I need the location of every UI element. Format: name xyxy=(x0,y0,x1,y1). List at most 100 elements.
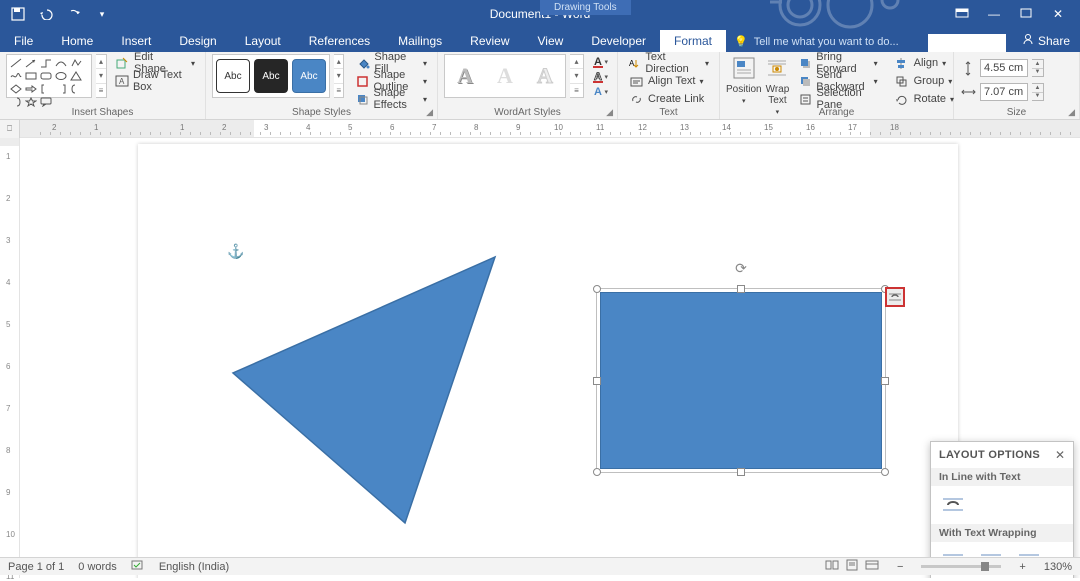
status-language[interactable]: English (India) xyxy=(159,561,229,573)
shapes-gallery-more[interactable]: ▴▾≡ xyxy=(96,54,107,98)
wordart-more[interactable]: ▴▾≡ xyxy=(570,54,584,98)
tab-format[interactable]: Format xyxy=(660,30,726,52)
height-input[interactable]: 4.55 cm xyxy=(980,59,1028,77)
tab-insert[interactable]: Insert xyxy=(107,30,165,52)
share-button[interactable]: Share xyxy=(1012,29,1080,52)
selection-pane-button[interactable]: Selection Pane xyxy=(795,90,881,108)
wordart-gallery[interactable]: A A A xyxy=(444,54,566,98)
shape-triangle-icon[interactable] xyxy=(68,69,83,82)
shape-lbracket-icon[interactable] xyxy=(38,82,53,95)
wrap-text-button[interactable]: Wrap Text▾ xyxy=(766,54,790,106)
wordart-swatch-3[interactable]: A xyxy=(528,59,562,93)
tab-references[interactable]: References xyxy=(295,30,384,52)
shape-style-gallery[interactable]: Abc Abc Abc xyxy=(212,54,330,98)
shape-line-icon[interactable] xyxy=(8,56,23,69)
zoom-slider[interactable] xyxy=(921,565,1001,568)
spellcheck-icon[interactable] xyxy=(131,559,145,574)
ruler-corner[interactable]: ⎕ xyxy=(0,120,20,138)
style-swatch-2[interactable]: Abc xyxy=(254,59,288,93)
width-input[interactable]: 7.07 cm xyxy=(980,83,1028,101)
close-icon[interactable]: ✕ xyxy=(1055,448,1065,462)
shape-connector-icon[interactable] xyxy=(38,56,53,69)
handle-s[interactable] xyxy=(737,468,745,476)
wordart-swatch-1[interactable]: A xyxy=(448,59,482,93)
shape-diamond-icon[interactable] xyxy=(8,82,23,95)
text-fill-icon[interactable]: A▾ xyxy=(592,54,608,69)
shape-rect-icon[interactable] xyxy=(23,69,38,82)
tab-mailings[interactable]: Mailings xyxy=(384,30,456,52)
shape-roundrect-icon[interactable] xyxy=(38,69,53,82)
handle-nw[interactable] xyxy=(593,285,601,293)
status-words[interactable]: 0 words xyxy=(78,561,117,573)
tab-design[interactable]: Design xyxy=(165,30,230,52)
tell-me-search[interactable]: 💡 Tell me what you want to do... xyxy=(726,31,907,52)
redo-icon[interactable] xyxy=(64,4,84,24)
zoom-in-button[interactable]: + xyxy=(1015,561,1029,573)
handle-n[interactable] xyxy=(737,285,745,293)
draw-textbox-button[interactable]: A Draw Text Box xyxy=(111,72,199,90)
tab-file[interactable]: File xyxy=(0,30,47,52)
triangle-shape[interactable] xyxy=(227,251,527,531)
shape-freeform-icon[interactable] xyxy=(68,56,83,69)
title-search-box[interactable] xyxy=(928,34,1006,52)
minimize-button[interactable]: — xyxy=(980,7,1008,21)
shape-style-more[interactable]: ▴▾≡ xyxy=(334,54,344,98)
text-effects-icon[interactable]: A▾ xyxy=(592,84,608,99)
shape-scribble-icon[interactable] xyxy=(8,69,23,82)
handle-w[interactable] xyxy=(593,377,601,385)
tab-developer[interactable]: Developer xyxy=(577,30,660,52)
align-button[interactable]: Align▾ xyxy=(890,54,958,72)
maximize-button[interactable] xyxy=(1012,7,1040,21)
shapes-gallery[interactable] xyxy=(6,54,92,98)
style-swatch-3[interactable]: Abc xyxy=(292,59,326,93)
tab-review[interactable]: Review xyxy=(456,30,523,52)
zoom-out-button[interactable]: − xyxy=(893,561,907,573)
tab-layout[interactable]: Layout xyxy=(231,30,295,52)
document-area[interactable]: ⚓ ⟳ LAYOUT OPTI xyxy=(20,138,1080,578)
shape-rbracket-icon[interactable] xyxy=(53,82,68,95)
horizontal-ruler[interactable]: 21123456789101112131415161718 xyxy=(20,120,1080,138)
handle-e[interactable] xyxy=(881,377,889,385)
shape-arrowblock-icon[interactable] xyxy=(23,82,38,95)
tab-home[interactable]: Home xyxy=(47,30,107,52)
group-button[interactable]: Group▾ xyxy=(890,72,958,90)
handle-sw[interactable] xyxy=(593,468,601,476)
shape-effects-button[interactable]: Shape Effects▾ xyxy=(352,90,431,108)
qat-customize-icon[interactable]: ▾ xyxy=(92,4,112,24)
dialog-launcher-icon[interactable]: ◢ xyxy=(426,107,433,118)
shape-curve-icon[interactable] xyxy=(53,56,68,69)
rectangle-shape[interactable] xyxy=(600,292,882,469)
height-spinner[interactable]: ▲▼ xyxy=(1032,59,1044,77)
undo-icon[interactable] xyxy=(36,4,56,24)
create-link-button[interactable]: Create Link xyxy=(624,90,713,108)
dialog-launcher-icon[interactable]: ◢ xyxy=(606,107,613,118)
tab-view[interactable]: View xyxy=(524,30,578,52)
shape-arrow-icon[interactable] xyxy=(23,56,38,69)
position-button[interactable]: Position▾ xyxy=(726,54,762,106)
rotate-handle-icon[interactable]: ⟳ xyxy=(735,260,747,277)
rotate-button[interactable]: Rotate▾ xyxy=(890,90,958,108)
shape-lbrace-icon[interactable] xyxy=(68,82,83,95)
zoom-level[interactable]: 130% xyxy=(1044,561,1072,573)
width-spinner[interactable]: ▲▼ xyxy=(1032,83,1044,101)
layout-inline[interactable] xyxy=(939,494,967,516)
handle-se[interactable] xyxy=(881,468,889,476)
dialog-launcher-icon[interactable]: ◢ xyxy=(1068,107,1075,118)
style-swatch-1[interactable]: Abc xyxy=(216,59,250,93)
wordart-swatch-2[interactable]: A xyxy=(488,59,522,93)
web-layout-icon[interactable] xyxy=(865,559,879,574)
text-outline-icon[interactable]: A▾ xyxy=(592,69,608,84)
close-button[interactable]: ✕ xyxy=(1044,7,1072,21)
vertical-ruler[interactable]: 1234567891011 xyxy=(0,138,20,578)
layout-options-button[interactable] xyxy=(885,287,905,307)
ribbon-display-icon[interactable] xyxy=(948,7,976,21)
align-text-button[interactable]: Align Text▾ xyxy=(624,72,713,90)
shape-ellipse-icon[interactable] xyxy=(53,69,68,82)
rectangle-selection[interactable]: ⟳ xyxy=(596,288,886,473)
svg-text:A: A xyxy=(594,86,602,98)
print-layout-icon[interactable] xyxy=(845,559,859,574)
read-mode-icon[interactable] xyxy=(825,559,839,574)
status-page[interactable]: Page 1 of 1 xyxy=(8,561,64,573)
save-icon[interactable] xyxy=(8,4,28,24)
text-direction-button[interactable]: AText Direction▾ xyxy=(624,54,713,72)
